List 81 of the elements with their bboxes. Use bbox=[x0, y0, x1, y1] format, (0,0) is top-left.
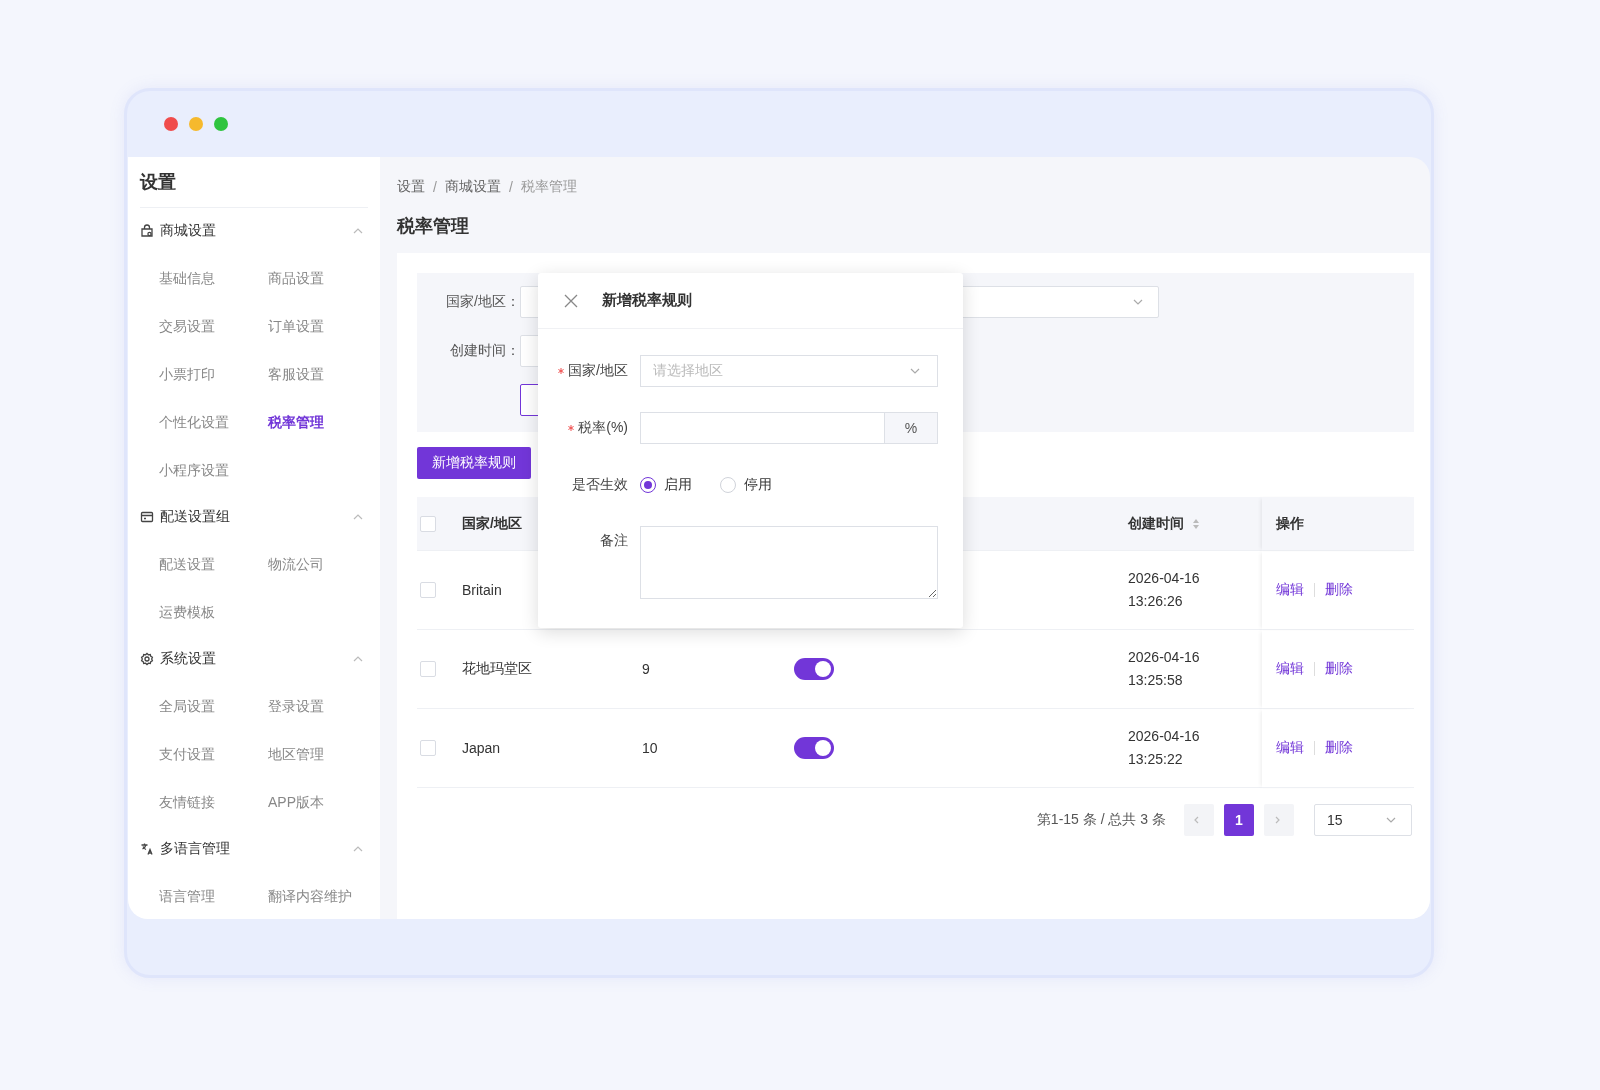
card-icon bbox=[140, 510, 154, 524]
menu-item[interactable]: 订单设置 bbox=[268, 302, 378, 350]
column-header: 操作 bbox=[1276, 514, 1304, 533]
table-cell-text: 2026-04-16 13:25:22 bbox=[1128, 727, 1201, 769]
menu-group[interactable]: 配送设置组 bbox=[160, 508, 346, 526]
menu-item[interactable]: 基础信息 bbox=[159, 254, 268, 302]
field-label: 是否生效 bbox=[572, 476, 628, 494]
menu-item[interactable]: APP版本 bbox=[268, 778, 378, 826]
field-label: 备注 bbox=[600, 532, 628, 550]
action-link[interactable]: 删除 bbox=[1325, 581, 1353, 599]
menu-item[interactable]: 运费模板 bbox=[159, 588, 268, 636]
page-size-value: 15 bbox=[1327, 812, 1343, 828]
table-cell: Britain bbox=[462, 582, 502, 598]
filter-label: 创建时间： bbox=[449, 342, 520, 360]
page-title: 税率管理 bbox=[397, 215, 470, 238]
bag-icon bbox=[140, 224, 154, 238]
add-rule-button[interactable]: 新增税率规则 bbox=[417, 447, 531, 479]
action-link[interactable]: 编辑 bbox=[1276, 581, 1304, 599]
breadcrumb-item: 税率管理 bbox=[520, 178, 577, 196]
sidebar-title: 设置 bbox=[140, 157, 368, 208]
checkbox[interactable] bbox=[420, 582, 436, 598]
menu-item[interactable]: 客服设置 bbox=[268, 350, 378, 398]
menu-item[interactable]: 交易设置 bbox=[159, 302, 268, 350]
action-link[interactable]: 删除 bbox=[1325, 739, 1353, 757]
action-link[interactable]: 删除 bbox=[1325, 660, 1353, 678]
filter-label: 国家/地区： bbox=[445, 293, 520, 311]
menu-item[interactable]: 全局设置 bbox=[159, 682, 268, 730]
menu-item[interactable]: 物流公司 bbox=[268, 540, 378, 588]
menu-item[interactable]: 小程序设置 bbox=[159, 446, 268, 494]
page-button[interactable]: 1 bbox=[1224, 804, 1254, 836]
breadcrumb-item[interactable]: 设置 bbox=[397, 178, 425, 196]
page-size-select[interactable]: 15 bbox=[1314, 804, 1412, 836]
note-field[interactable] bbox=[640, 526, 938, 599]
table-cell: Japan bbox=[462, 740, 501, 756]
table-cell-text: 2026-04-16 13:26:26 bbox=[1128, 569, 1201, 611]
settings-icon bbox=[140, 652, 154, 666]
window-control[interactable] bbox=[189, 117, 203, 131]
table-cell-text: 2026-04-16 13:25:58 bbox=[1128, 648, 1201, 690]
pagination-summary: 第1-15 条 / 总共 3 条 bbox=[1036, 811, 1166, 829]
breadcrumb-separator: / bbox=[508, 179, 513, 195]
select-placeholder: 请选择地区 bbox=[653, 362, 723, 380]
menu-group[interactable]: 多语言管理 bbox=[160, 840, 346, 858]
window-control[interactable] bbox=[164, 117, 178, 131]
translate-icon bbox=[140, 842, 154, 856]
menu-item[interactable]: 小票打印 bbox=[159, 350, 268, 398]
table-cell: 9 bbox=[642, 661, 650, 677]
menu-item[interactable]: 个性化设置 bbox=[159, 398, 268, 446]
action-link[interactable]: 编辑 bbox=[1276, 660, 1304, 678]
next-page-button[interactable] bbox=[1264, 804, 1294, 836]
table-cell: 10 bbox=[642, 740, 658, 756]
menu-item[interactable]: 地区管理 bbox=[268, 730, 378, 778]
previous-page-button[interactable] bbox=[1184, 804, 1214, 836]
checkbox[interactable] bbox=[420, 661, 436, 677]
column-header: 国家/地区 bbox=[462, 514, 522, 533]
checkbox[interactable] bbox=[420, 740, 436, 756]
radio-option[interactable]: 启用 bbox=[640, 476, 692, 494]
menu-group[interactable]: 系统设置 bbox=[160, 650, 346, 668]
menu-item[interactable]: 友情链接 bbox=[159, 778, 268, 826]
radio-option[interactable]: 停用 bbox=[720, 476, 772, 494]
menu-group[interactable]: 商城设置 bbox=[160, 222, 346, 240]
menu-item[interactable]: 支付设置 bbox=[159, 730, 268, 778]
field-label: 税率(%) bbox=[578, 419, 628, 437]
field-label: 国家/地区 bbox=[568, 362, 628, 380]
toggle-switch[interactable] bbox=[794, 658, 834, 680]
menu-item[interactable]: 配送设置 bbox=[159, 540, 268, 588]
close-icon[interactable] bbox=[564, 293, 578, 308]
dialog-title: 新增税率规则 bbox=[602, 291, 692, 310]
window-control[interactable] bbox=[214, 117, 228, 131]
region-select[interactable]: 请选择地区 bbox=[640, 355, 938, 387]
menu-item[interactable]: 税率管理 bbox=[268, 398, 378, 446]
menu-item[interactable]: 登录设置 bbox=[268, 682, 378, 730]
toggle-switch[interactable] bbox=[794, 737, 834, 759]
column-header: 创建时间 bbox=[1128, 514, 1184, 533]
table-cell: 花地玛堂区 bbox=[462, 660, 532, 678]
menu-item[interactable]: 商品设置 bbox=[268, 254, 378, 302]
action-link[interactable]: 编辑 bbox=[1276, 739, 1304, 757]
breadcrumb-separator: / bbox=[433, 179, 437, 195]
breadcrumb-item[interactable]: 商城设置 bbox=[444, 178, 501, 196]
menu-item[interactable]: 翻译内容维护 bbox=[268, 872, 378, 919]
checkbox[interactable] bbox=[420, 515, 436, 532]
menu-item[interactable]: 语言管理 bbox=[159, 872, 268, 919]
